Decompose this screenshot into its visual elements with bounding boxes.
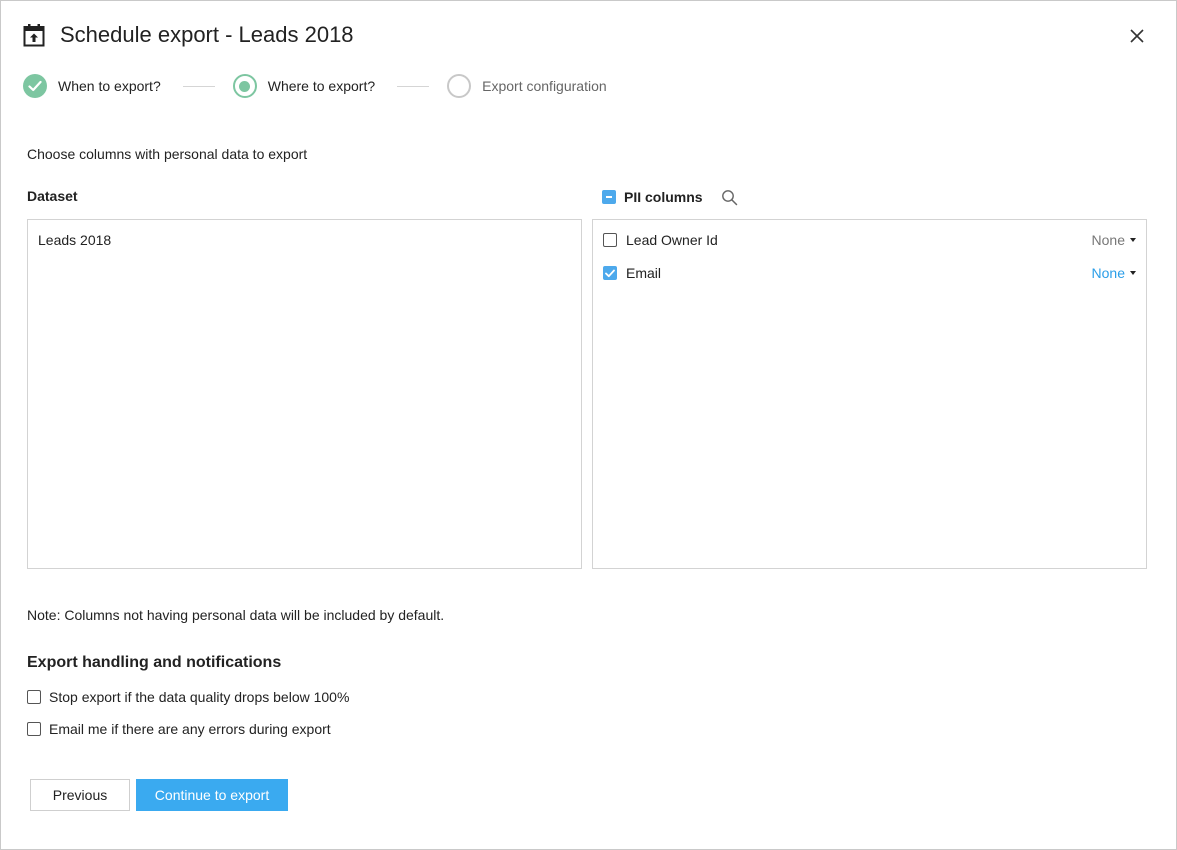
pending-step-icon <box>447 74 472 98</box>
pii-column-option-dropdown[interactable]: None <box>1092 232 1136 248</box>
pii-column-row: Lead Owner Id None <box>603 230 1136 250</box>
dataset-item[interactable]: Leads 2018 <box>38 232 111 248</box>
stop-export-option[interactable]: Stop export if the data quality drops be… <box>27 687 349 707</box>
dataset-label: Dataset <box>27 188 78 204</box>
default-columns-note: Note: Columns not having personal data w… <box>27 607 445 623</box>
caret-down-icon <box>1130 238 1136 242</box>
stop-export-label: Stop export if the data quality drops be… <box>49 689 350 705</box>
email-errors-checkbox[interactable] <box>27 722 41 736</box>
pii-column-option-dropdown[interactable]: None <box>1092 265 1136 281</box>
dropdown-value: None <box>1091 232 1125 248</box>
pii-columns-header: PII columns <box>602 187 739 207</box>
dropdown-value: None <box>1091 265 1125 281</box>
step-label: When to export? <box>58 78 161 94</box>
caret-down-icon <box>1130 271 1136 275</box>
step-label: Export configuration <box>482 78 607 94</box>
stop-export-checkbox[interactable] <box>27 690 41 704</box>
step-connector <box>182 85 215 87</box>
schedule-export-dialog: Schedule export - Leads 2018 When to exp… <box>0 0 1177 850</box>
pii-columns-list: Lead Owner Id None Email None <box>592 219 1147 569</box>
previous-button[interactable]: Previous <box>30 779 130 811</box>
search-icon[interactable] <box>721 188 739 206</box>
pii-column-name: Lead Owner Id <box>626 232 718 248</box>
pii-column-checkbox[interactable] <box>603 233 617 247</box>
dialog-title: Schedule export - Leads 2018 <box>60 22 354 47</box>
step-export-configuration[interactable]: Export configuration <box>447 74 607 98</box>
email-errors-label: Email me if there are any errors during … <box>49 721 331 737</box>
check-icon <box>23 74 47 98</box>
dataset-list: Leads 2018 <box>27 219 582 569</box>
current-step-icon <box>232 74 257 98</box>
step-label: Where to export? <box>267 78 376 94</box>
pii-select-all-checkbox[interactable] <box>602 190 616 204</box>
export-stepper: When to export? Where to export? Export … <box>23 73 607 99</box>
pii-column-row: Email None <box>603 263 1136 283</box>
email-errors-option[interactable]: Email me if there are any errors during … <box>27 719 331 739</box>
step-where-to-export[interactable]: Where to export? <box>232 74 376 98</box>
pii-column-name: Email <box>626 265 662 281</box>
close-button[interactable] <box>1126 25 1148 47</box>
pii-column-checkbox[interactable] <box>603 266 617 280</box>
step-connector <box>397 85 430 87</box>
dialog-header: Schedule export - Leads 2018 <box>23 19 354 51</box>
pii-columns-label: PII columns <box>624 189 703 205</box>
export-handling-title: Export handling and notifications <box>27 654 282 671</box>
step-when-to-export[interactable]: When to export? <box>23 74 161 98</box>
continue-to-export-button[interactable]: Continue to export <box>136 779 288 811</box>
calendar-export-icon <box>23 23 45 47</box>
intro-text: Choose columns with personal data to exp… <box>27 146 308 162</box>
close-icon <box>1130 29 1144 43</box>
check-icon <box>605 269 615 277</box>
